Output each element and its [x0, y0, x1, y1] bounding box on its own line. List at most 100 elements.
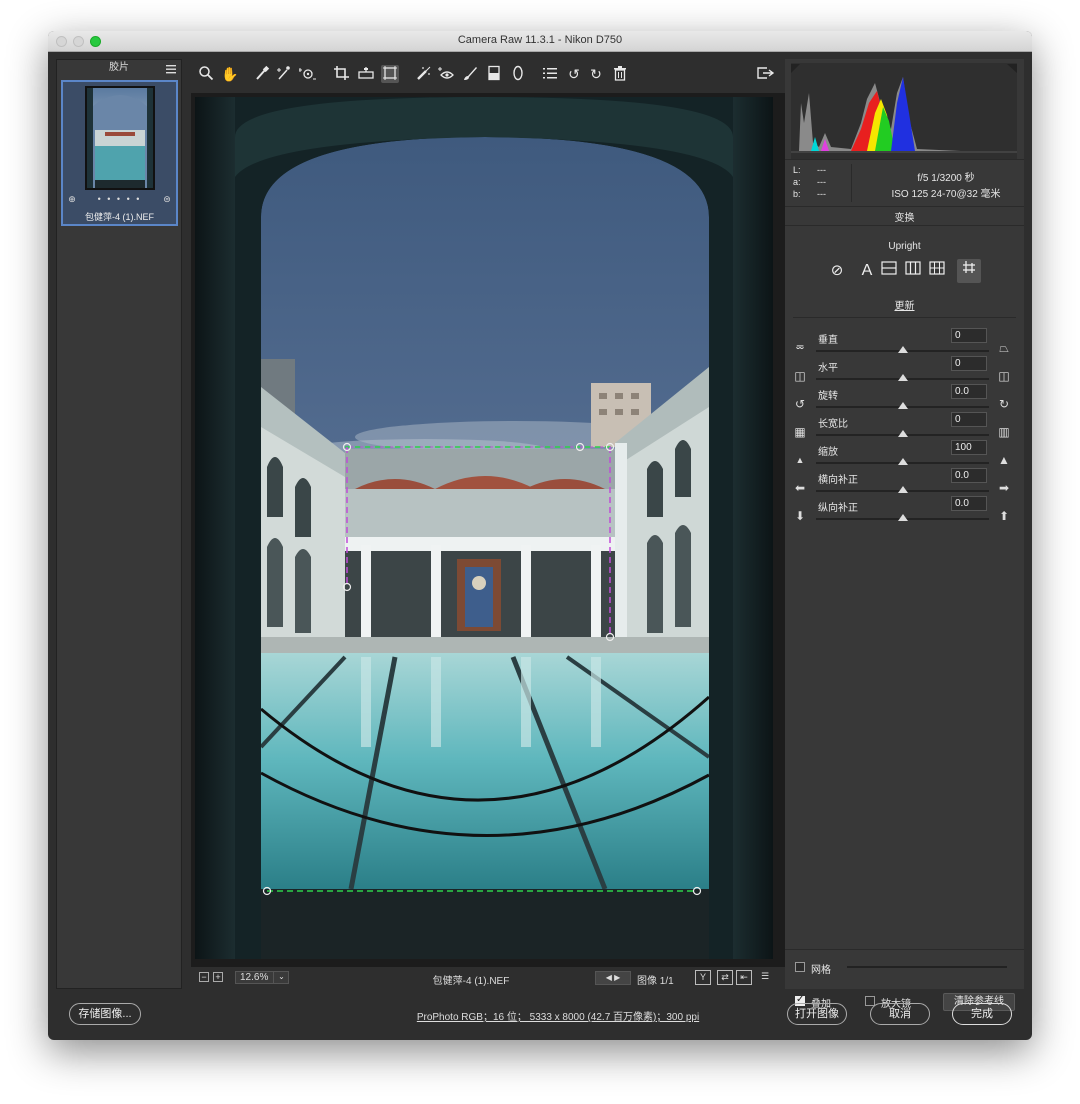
- slider-handle[interactable]: [898, 402, 908, 409]
- transform-section-title: 变换: [894, 213, 915, 224]
- tool-bar: ✋ ↺ ↻: [191, 59, 785, 91]
- image-count: 图像 1/1: [637, 976, 674, 987]
- straighten-tool-icon[interactable]: [357, 65, 375, 83]
- vertical-perspective-left-icon: ⏔: [796, 341, 804, 355]
- workflow-options-link[interactable]: ProPhoto RGB；16 位； 5333 x 8000 (42.7 百万像…: [348, 1008, 768, 1023]
- targeted-adjustment-icon[interactable]: [298, 65, 317, 83]
- slider-handle[interactable]: [898, 346, 908, 353]
- slider-handle[interactable]: [898, 514, 908, 521]
- slider-scale[interactable]: ▲ 缩放 100 ▲: [785, 440, 1024, 471]
- upright-guided-icon[interactable]: [957, 259, 981, 283]
- upright-level-icon[interactable]: [879, 261, 899, 281]
- copy-settings-icon[interactable]: ⇤: [736, 970, 752, 985]
- slider-y-offset[interactable]: ⬇ 纵向补正 0.0 ⬆: [785, 496, 1024, 527]
- slider-aspect-value[interactable]: 0: [951, 412, 987, 427]
- upright-off-icon[interactable]: ⊘: [827, 261, 847, 281]
- pixel-info-panel: L: --- a: --- b: --- f/5 1/3200 秒 ISO 125 2…: [785, 159, 1024, 207]
- done-button[interactable]: 完成: [952, 1003, 1012, 1025]
- preview-preferences-icon[interactable]: ☰: [757, 970, 773, 985]
- slider-vertical-label: 垂直: [818, 335, 838, 346]
- white-balance-tool-icon[interactable]: [253, 65, 271, 83]
- cancel-button[interactable]: 取消: [870, 1003, 930, 1025]
- red-eye-icon[interactable]: [437, 65, 455, 83]
- slider-handle[interactable]: [898, 374, 908, 381]
- slider-horizontal[interactable]: ◫ 水平 0 ◫: [785, 356, 1024, 387]
- slider-y-offset-label: 纵向补正: [818, 503, 858, 514]
- rotate-ccw-icon[interactable]: ↺: [565, 65, 583, 83]
- lab-b-label: b:: [793, 189, 801, 199]
- slider-aspect[interactable]: ▦ 长宽比 0 ▥: [785, 412, 1024, 443]
- rotate-right-icon: ↻: [998, 397, 1010, 411]
- rotate-left-icon: ↺: [794, 397, 806, 411]
- lab-l-value: ---: [817, 165, 826, 175]
- lab-a-label: a:: [793, 177, 801, 187]
- upright-full-icon[interactable]: [927, 261, 947, 281]
- offset-left-icon: ⬅: [794, 481, 806, 495]
- image-nav-buttons[interactable]: ◀ ▶: [595, 971, 631, 985]
- grid-size-slider[interactable]: [847, 966, 1007, 968]
- grid-row: 网格: [785, 949, 1024, 976]
- slider-horizontal-value[interactable]: 0: [951, 356, 987, 371]
- adjustment-brush-icon[interactable]: [461, 65, 479, 83]
- filmstrip-thumbnail[interactable]: ⊕ • • • • • ⊜ 包健萍-4 (1).NEF: [61, 80, 178, 226]
- trash-icon[interactable]: [611, 65, 629, 83]
- spot-removal-icon[interactable]: [415, 65, 433, 83]
- slider-x-offset-value[interactable]: 0.0: [951, 468, 987, 483]
- presets-list-icon[interactable]: [541, 65, 559, 83]
- before-after-view-button[interactable]: Y: [695, 970, 711, 985]
- zoom-out-button[interactable]: −: [199, 972, 209, 982]
- swap-settings-icon[interactable]: ⇄: [717, 970, 733, 985]
- adjusted-badge-icon: ⊜: [163, 194, 171, 204]
- slider-rotate-value[interactable]: 0.0: [951, 384, 987, 399]
- slider-handle[interactable]: [898, 486, 908, 493]
- slider-scale-label: 缩放: [818, 447, 838, 458]
- slider-vertical[interactable]: ⏔ 垂直 0 ⏢: [785, 328, 1024, 359]
- rotate-cw-icon[interactable]: ↻: [587, 65, 605, 83]
- hand-tool-icon[interactable]: ✋: [221, 65, 239, 83]
- upright-auto-icon[interactable]: A: [857, 261, 877, 281]
- update-link[interactable]: 更新: [785, 297, 1024, 312]
- filmstrip-panel: 胶片 ⊕ • • • • • ⊜ 包健萍-4 (1).NEF: [56, 59, 182, 989]
- slider-rotate-label: 旋转: [818, 391, 838, 402]
- slider-y-offset-value[interactable]: 0.0: [951, 496, 987, 511]
- slider-rotate[interactable]: ↺ 旋转 0.0 ↻: [785, 384, 1024, 415]
- filmstrip-menu-icon[interactable]: [165, 62, 177, 74]
- aperture-shutter: f/5 1/3200 秒: [917, 173, 975, 184]
- histogram: [791, 63, 1017, 159]
- zoom-dropdown-icon[interactable]: ⌄: [273, 971, 289, 984]
- transform-tool-icon[interactable]: [381, 65, 399, 83]
- slider-handle[interactable]: [898, 430, 908, 437]
- zoom-in-button[interactable]: +: [213, 972, 223, 982]
- slider-scale-value[interactable]: 100: [951, 440, 987, 455]
- upright-label: Upright: [888, 241, 921, 252]
- slider-handle[interactable]: [898, 458, 908, 465]
- lab-l-label: L:: [793, 165, 801, 175]
- upright-vertical-icon[interactable]: [903, 261, 923, 281]
- save-image-button[interactable]: 存储图像...: [69, 1003, 141, 1025]
- title-bar: Camera Raw 11.3.1 - Nikon D750: [48, 31, 1032, 52]
- image-canvas[interactable]: [191, 93, 785, 967]
- slider-aspect-label: 长宽比: [818, 419, 848, 430]
- offset-up-icon: ⬆: [998, 509, 1010, 523]
- offset-right-icon: ➡: [998, 481, 1010, 495]
- toggle-fullscreen-icon[interactable]: [756, 65, 775, 83]
- crop-tool-icon[interactable]: [333, 65, 351, 83]
- lab-b-value: ---: [817, 189, 826, 199]
- radial-filter-icon[interactable]: [509, 65, 527, 83]
- canvas-status-bar: − + 12.6% ⌄ 包健萍-4 (1).NEF ◀ ▶ 图像 1/1 Y ⇄…: [191, 967, 785, 989]
- open-image-button[interactable]: 打开图像: [787, 1003, 847, 1025]
- slider-vertical-value[interactable]: 0: [951, 328, 987, 343]
- offset-down-icon: ⬇: [794, 509, 806, 523]
- slider-x-offset[interactable]: ⬅ 横向补正 0.0 ➡: [785, 468, 1024, 499]
- horizontal-perspective-left-icon: ◫: [794, 369, 806, 383]
- grid-checkbox[interactable]: [795, 962, 805, 972]
- graduated-filter-icon[interactable]: [485, 65, 503, 83]
- zoom-tool-icon[interactable]: [197, 65, 215, 83]
- scale-small-icon: ▲: [795, 455, 805, 465]
- aspect-wide-icon: ▦: [794, 425, 806, 439]
- iso-lens: ISO 125 24-70@32 毫米: [891, 189, 1001, 200]
- color-sampler-tool-icon[interactable]: [275, 65, 293, 83]
- rating-dots[interactable]: • • • • •: [63, 194, 176, 204]
- slider-horizontal-label: 水平: [818, 363, 838, 374]
- divider: [793, 317, 1016, 318]
